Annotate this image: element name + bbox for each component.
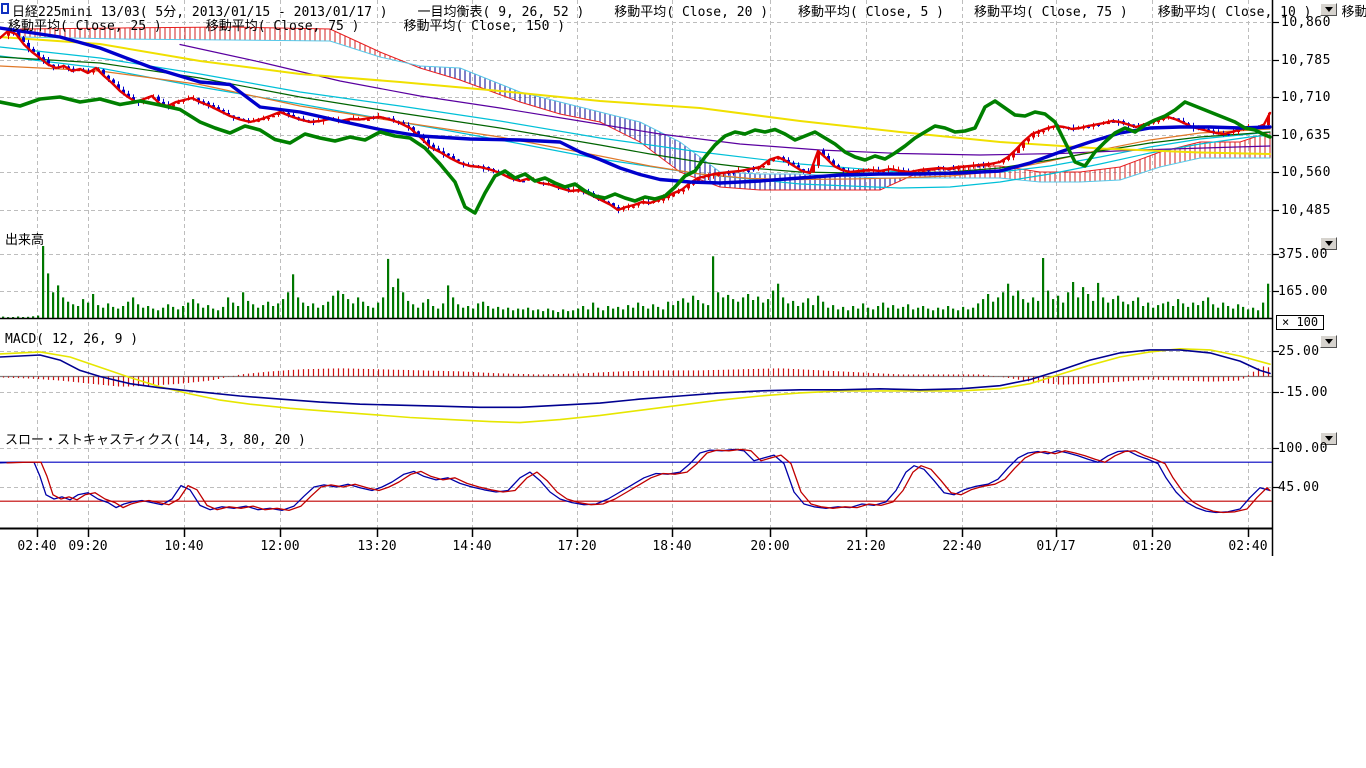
price-axis-label: 10,485 — [1281, 203, 1331, 218]
chevron-down-icon — [1325, 241, 1333, 246]
trading-chart-window: 日経225mini 13/03( 5分, 2013/01/15 - 2013/0… — [0, 0, 1366, 768]
price-axis-label: 10,710 — [1281, 90, 1331, 105]
volume-bars — [0, 246, 1272, 319]
chart-area[interactable] — [0, 0, 1366, 768]
volume-axis-label: 375.00 — [1278, 247, 1328, 262]
time-axis-label: 22:40 — [942, 539, 981, 554]
time-axis-label: 20:00 — [750, 539, 789, 554]
chevron-down-icon — [1325, 7, 1333, 12]
time-axis-label: 14:40 — [452, 539, 491, 554]
legend-ma75: 移動平均( Close, 75 ) — [974, 5, 1128, 20]
macd-panel-label: MACD( 12, 26, 9 ) — [5, 332, 138, 347]
macd-axis-label: -15.00 — [1278, 385, 1328, 400]
time-axis-label: 21:20 — [846, 539, 885, 554]
price-axis-label: 10,785 — [1281, 53, 1331, 68]
legend-ma75b: 移動平均( Close, 75 ) — [206, 19, 360, 34]
chevron-down-icon — [1325, 339, 1333, 344]
macd-axis-label: 25.00 — [1278, 344, 1320, 359]
time-axis-label: 02:40 — [17, 539, 56, 554]
price-axis-label: 10,560 — [1281, 165, 1331, 180]
time-axis-label: 10:40 — [164, 539, 203, 554]
volume-axis-label: 165.00 — [1278, 284, 1328, 299]
macd-panel — [0, 349, 1272, 423]
instrument-icon — [1, 3, 9, 14]
legend-ma25: 移動平均( Close, 25 ) — [8, 19, 162, 34]
volume-multiplier-badge: × 100 — [1276, 315, 1324, 330]
stoch-axis-label: 45.00 — [1278, 480, 1320, 495]
price-axis-label: 10,860 — [1281, 15, 1331, 30]
time-axis-label: 13:20 — [357, 539, 396, 554]
time-axis-label: 18:40 — [652, 539, 691, 554]
legend-ma150: 移動平均( Close, 150 ) — [404, 19, 566, 34]
legend-ma5: 移動平均( Close, 5 ) — [798, 5, 944, 20]
stoch-axis-label: 100.00 — [1278, 441, 1328, 456]
legend-ma40: 移動平均( Close, 40 ) — [1341, 5, 1366, 20]
stochastics-panel — [0, 449, 1272, 512]
time-axis-label: 12:00 — [260, 539, 299, 554]
volume-panel-label: 出来高 — [5, 229, 44, 248]
time-axis-label: 17:20 — [557, 539, 596, 554]
time-axis-label: 01:20 — [1132, 539, 1171, 554]
time-axis-label: 01/17 — [1036, 539, 1075, 554]
macd-axis-menu-button[interactable] — [1320, 335, 1337, 348]
stochastics-panel-label: スロー・ストキャスティクス( 14, 3, 80, 20 ) — [5, 429, 306, 448]
legend-ma20: 移動平均( Close, 20 ) — [614, 5, 768, 20]
price-axis-label: 10,635 — [1281, 128, 1331, 143]
time-axis-label: 09:20 — [68, 539, 107, 554]
indicator-legend-row2: 移動平均( Close, 25 ) 移動平均( Close, 75 ) 移動平均( … — [8, 15, 609, 34]
time-axis-label: 02:40 — [1228, 539, 1267, 554]
